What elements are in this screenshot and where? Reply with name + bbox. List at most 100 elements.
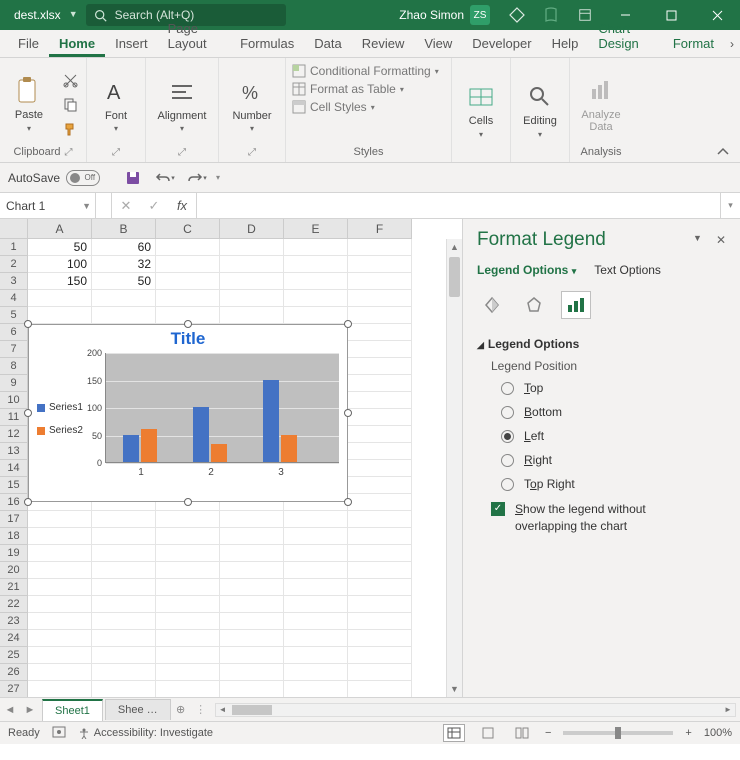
redo-button[interactable]: ▾ (184, 166, 210, 190)
cell[interactable] (92, 596, 156, 613)
cell[interactable] (92, 307, 156, 324)
cell[interactable] (28, 579, 92, 596)
dialog-launcher-icon[interactable]: ⤢ (178, 147, 186, 158)
copy-button[interactable] (60, 94, 80, 114)
cell[interactable] (92, 681, 156, 697)
cell[interactable] (220, 528, 284, 545)
cell[interactable] (92, 528, 156, 545)
cell[interactable] (284, 681, 348, 697)
sheet-tab[interactable]: Shee … (105, 699, 171, 720)
page-layout-view-button[interactable] (477, 724, 499, 742)
paste-button[interactable]: Paste ▾ (6, 73, 52, 134)
row-header[interactable]: 3 (0, 273, 28, 290)
formula-input[interactable] (197, 193, 720, 218)
name-box[interactable]: Chart 1▼ (0, 193, 96, 218)
row-header[interactable]: 23 (0, 613, 28, 630)
cell[interactable] (348, 341, 412, 358)
collapse-ribbon-button[interactable] (716, 140, 740, 162)
tab-formulas[interactable]: Formulas (230, 30, 304, 57)
qat-customize-icon[interactable]: ▾ (216, 173, 220, 182)
row-header[interactable]: 25 (0, 647, 28, 664)
cell[interactable] (220, 545, 284, 562)
row-header[interactable]: 19 (0, 545, 28, 562)
row-header[interactable]: 27 (0, 681, 28, 697)
resize-handle[interactable] (184, 320, 192, 328)
chart-bar[interactable] (281, 435, 297, 463)
cell[interactable] (220, 511, 284, 528)
cell[interactable] (156, 647, 220, 664)
cell[interactable] (348, 664, 412, 681)
zoom-out-button[interactable]: − (545, 727, 551, 739)
cell[interactable] (284, 545, 348, 562)
column-header[interactable]: E (284, 219, 348, 239)
fill-line-icon[interactable] (477, 291, 507, 319)
chart-bar[interactable] (211, 444, 227, 462)
cell[interactable] (92, 290, 156, 307)
tab-review[interactable]: Review (352, 30, 415, 57)
cell[interactable] (156, 528, 220, 545)
tab-developer[interactable]: Developer (462, 30, 541, 57)
horizontal-scrollbar[interactable]: ◄ ► (215, 703, 736, 717)
row-header[interactable]: 21 (0, 579, 28, 596)
cell[interactable] (92, 647, 156, 664)
tab-insert[interactable]: Insert (105, 30, 158, 57)
row-header[interactable]: 1 (0, 239, 28, 256)
tab-view[interactable]: View (414, 30, 462, 57)
macro-record-icon[interactable] (52, 726, 66, 741)
row-header[interactable]: 20 (0, 562, 28, 579)
legend-position-top-right[interactable]: Top Right (501, 477, 726, 491)
cell[interactable] (348, 460, 412, 477)
legend-options-tab[interactable]: Legend Options ▾ (477, 263, 576, 277)
sheet-nav-next[interactable]: ► (20, 704, 40, 716)
cell[interactable] (284, 647, 348, 664)
legend-options-icon[interactable] (561, 291, 591, 319)
cell[interactable]: 50 (28, 239, 92, 256)
cell[interactable] (348, 324, 412, 341)
row-header[interactable]: 17 (0, 511, 28, 528)
zoom-slider[interactable] (563, 731, 673, 735)
cell[interactable] (348, 681, 412, 697)
cell[interactable] (284, 664, 348, 681)
chart-plot-area[interactable]: 050100150200123 (105, 353, 339, 463)
cell[interactable] (348, 613, 412, 630)
vertical-scrollbar[interactable]: ▲ ▼ (446, 239, 462, 697)
cell[interactable] (156, 613, 220, 630)
cell[interactable]: 150 (28, 273, 92, 290)
resize-handle[interactable] (24, 409, 32, 417)
legend-position-bottom[interactable]: Bottom (501, 405, 726, 419)
cell[interactable] (220, 630, 284, 647)
cell[interactable]: 60 (92, 239, 156, 256)
cell[interactable] (284, 256, 348, 273)
row-header[interactable]: 12 (0, 426, 28, 443)
cell[interactable] (28, 596, 92, 613)
cell[interactable] (220, 256, 284, 273)
font-button[interactable]: A Font▾ (93, 74, 139, 135)
format-as-table-button[interactable]: Format as Table▾ (292, 80, 404, 98)
ribbon-display-icon[interactable] (568, 0, 602, 30)
cell[interactable] (348, 426, 412, 443)
chart-bar[interactable] (123, 435, 139, 463)
text-options-tab[interactable]: Text Options (594, 263, 661, 277)
cell[interactable] (284, 579, 348, 596)
user-account[interactable]: Zhao Simon ZS (389, 5, 500, 25)
resize-handle[interactable] (184, 498, 192, 506)
column-header[interactable]: B (92, 219, 156, 239)
cell[interactable] (348, 375, 412, 392)
cell[interactable] (156, 290, 220, 307)
enter-formula-button[interactable]: ✓ (140, 198, 168, 214)
cell[interactable] (348, 358, 412, 375)
cell[interactable] (348, 596, 412, 613)
row-header[interactable]: 6 (0, 324, 28, 341)
cell[interactable] (348, 579, 412, 596)
format-painter-button[interactable] (60, 118, 80, 138)
column-header[interactable]: C (156, 219, 220, 239)
scroll-up-icon[interactable]: ▲ (447, 239, 462, 255)
cell[interactable] (348, 307, 412, 324)
new-sheet-button[interactable]: ⊕ (171, 703, 191, 716)
number-button[interactable]: % Number▾ (225, 74, 279, 135)
cell[interactable]: 50 (92, 273, 156, 290)
row-header[interactable]: 18 (0, 528, 28, 545)
column-header[interactable]: F (348, 219, 412, 239)
autosave-toggle[interactable]: AutoSave Off (8, 170, 100, 186)
expand-formula-bar-button[interactable]: ▾ (720, 193, 740, 218)
